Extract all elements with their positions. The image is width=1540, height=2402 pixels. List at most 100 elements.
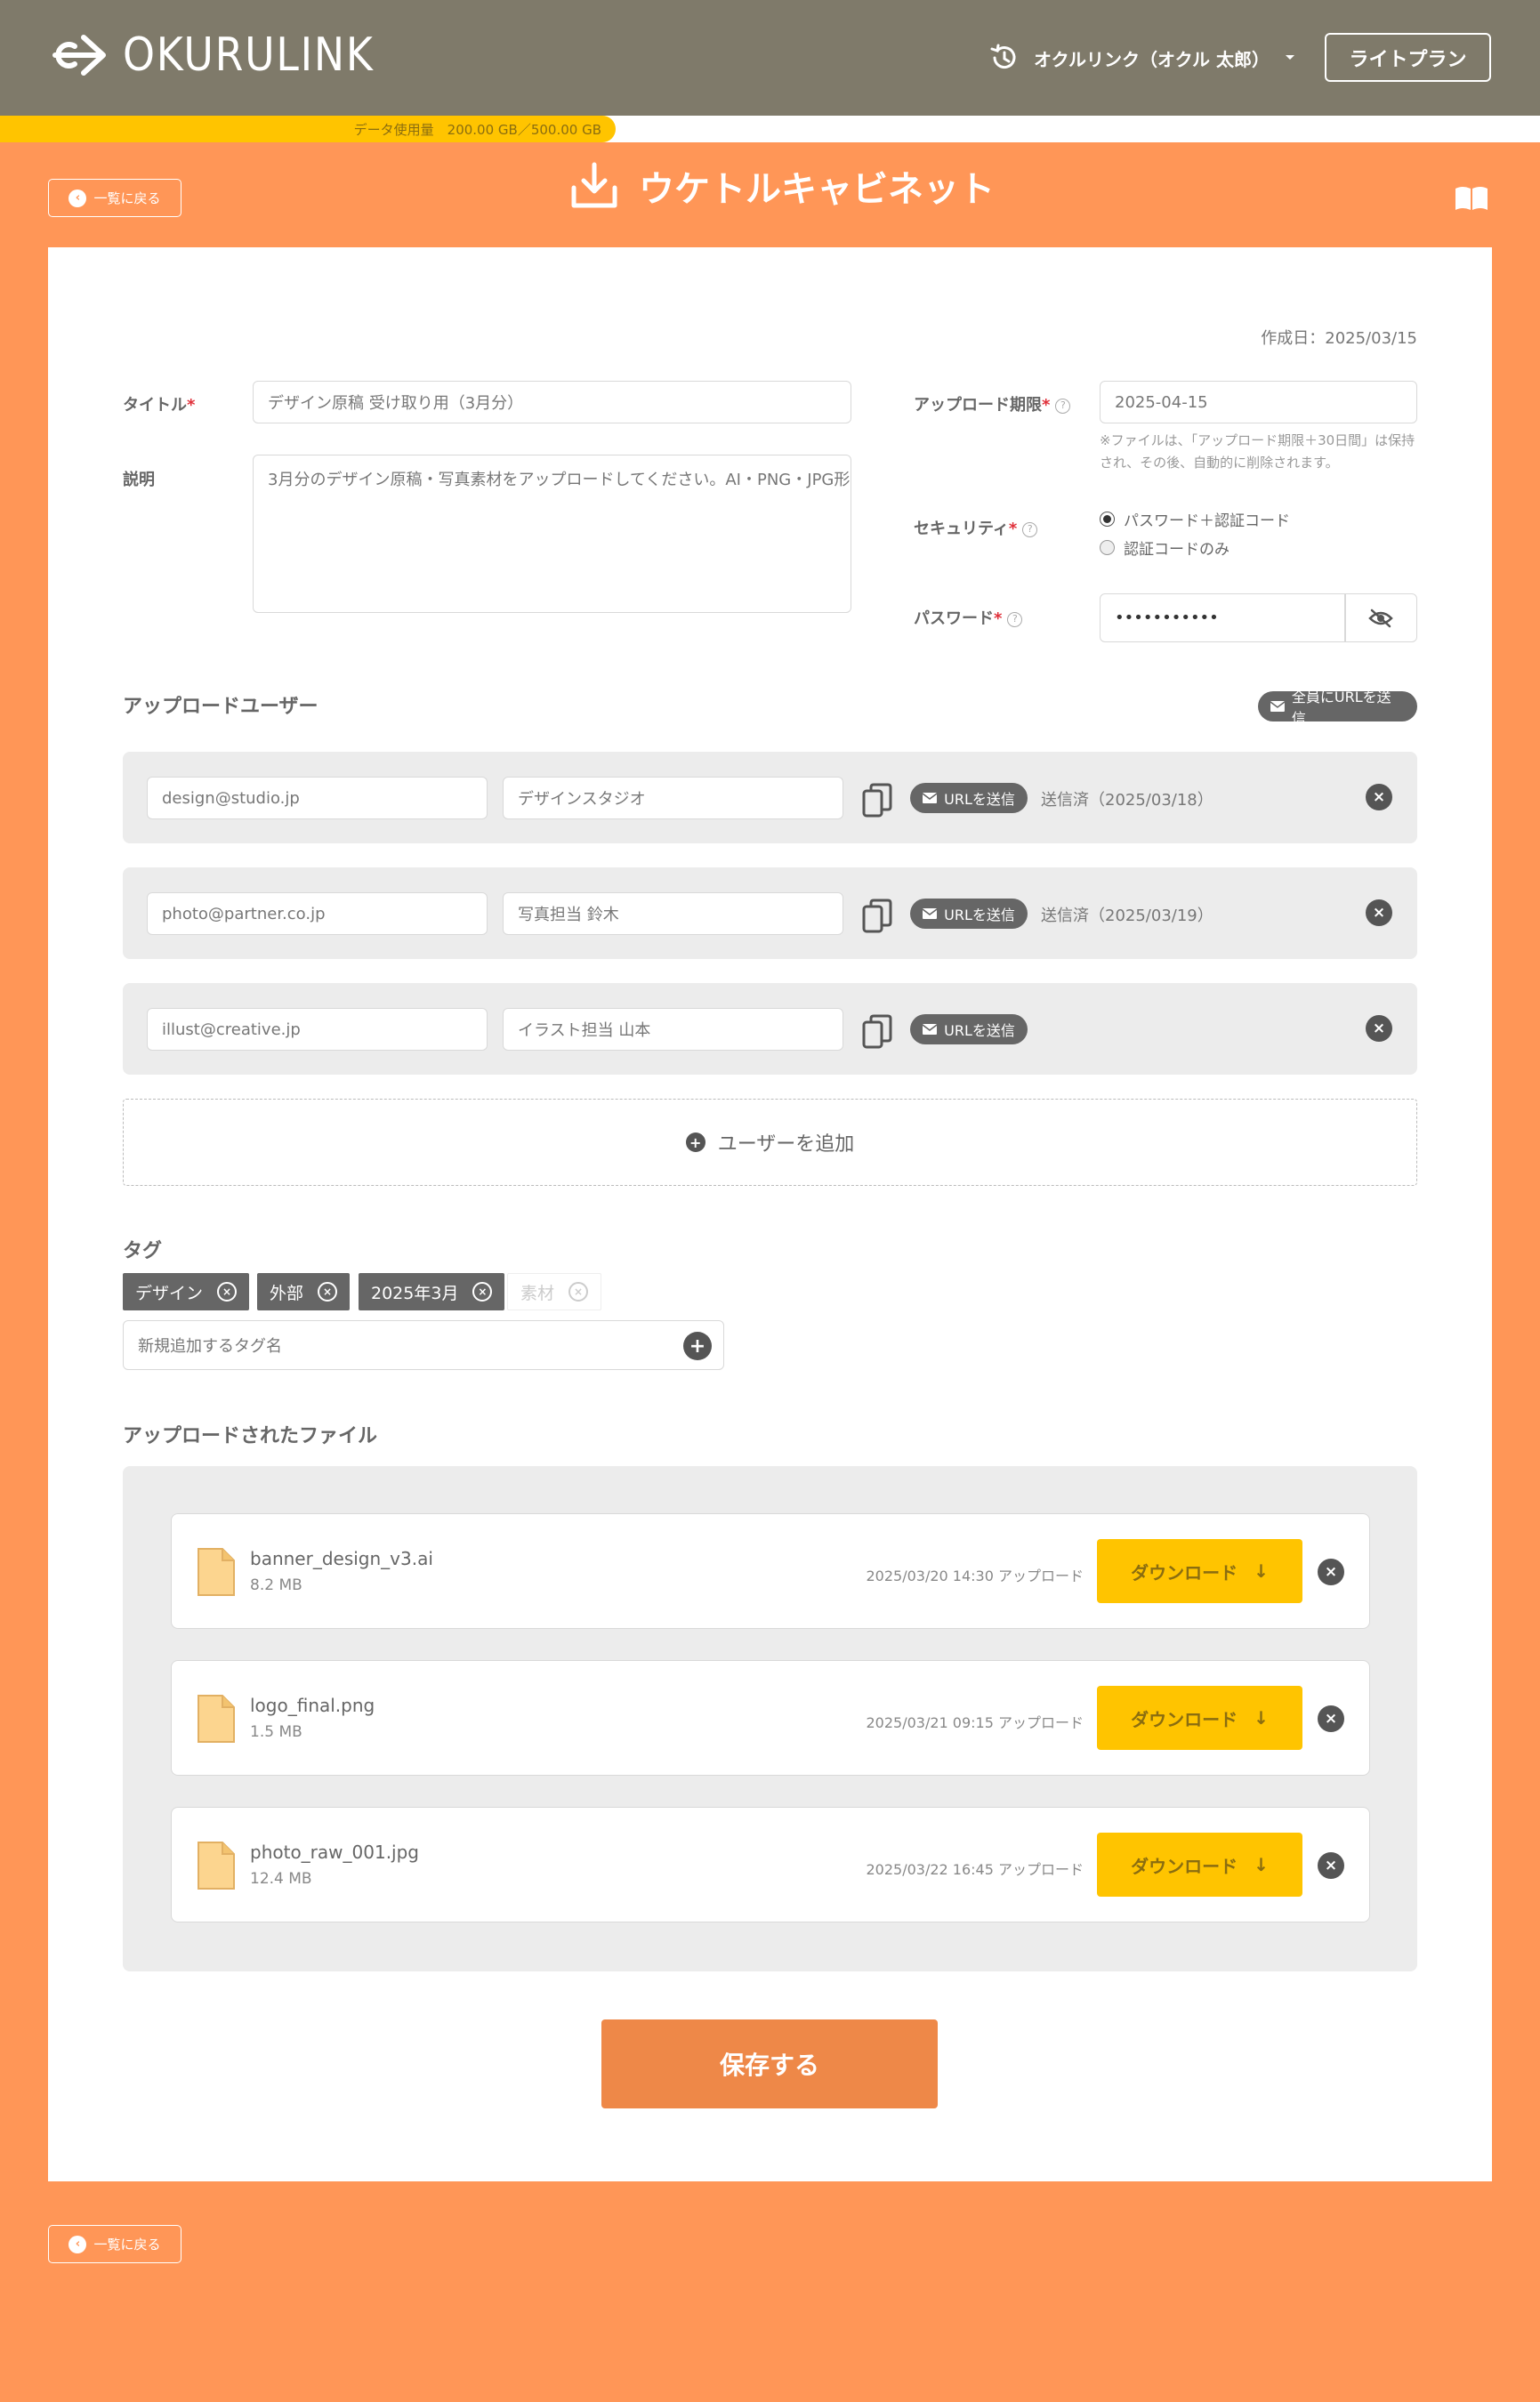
uploaded-files-heading: アップロードされたファイル (123, 1425, 378, 1447)
close-icon: × (1324, 1563, 1338, 1581)
tag-chip-inactive[interactable]: 素材 × (507, 1273, 602, 1310)
file-row: logo_final.png 1.5 MB 2025/03/21 09:15 ア… (171, 1660, 1370, 1776)
copy-icon[interactable] (861, 782, 893, 819)
file-name: logo_final.png (250, 1695, 375, 1716)
close-icon[interactable]: × (472, 1282, 493, 1302)
close-icon[interactable]: × (568, 1282, 589, 1302)
file-row: photo_raw_001.jpg 12.4 MB 2025/03/22 16:… (171, 1807, 1370, 1922)
user-name-input[interactable]: イラスト担当 山本 (503, 1008, 843, 1051)
toggle-password-button[interactable] (1344, 593, 1417, 642)
file-icon (198, 1695, 235, 1743)
save-button[interactable]: 保存する (601, 2019, 938, 2108)
upload-users-heading: アップロードユーザー (123, 696, 318, 718)
radio-selected[interactable] (1100, 511, 1115, 527)
help-icon[interactable]: ? (1022, 521, 1038, 537)
send-url-button[interactable]: URLを送信 (910, 899, 1028, 929)
mail-icon (923, 793, 938, 803)
security-label: セキュリティ*? (914, 516, 1038, 539)
download-button[interactable]: ダウンロード ↓ (1097, 1686, 1302, 1750)
back-label: 一覧に戻る (93, 190, 161, 206)
plan-button[interactable]: ライトプラン (1325, 33, 1491, 82)
mail-icon (923, 1024, 938, 1035)
tag-chip[interactable]: デザイン × (123, 1273, 250, 1310)
account-label: オクルリンク（オクル 太郎） (1034, 48, 1270, 70)
copy-icon[interactable] (861, 898, 893, 935)
deadline-input[interactable]: 2025-04-15 (1100, 381, 1417, 423)
account-menu[interactable]: オクルリンク（オクル 太郎） (989, 43, 1296, 73)
send-url-button[interactable]: URLを送信 (910, 783, 1028, 813)
user-email-input[interactable]: design@studio.jp (147, 777, 488, 819)
password-label: パスワード*? (914, 606, 1023, 629)
logo-text: OKURULINK (123, 28, 375, 82)
copy-icon[interactable] (861, 1013, 893, 1051)
remove-user-button[interactable]: × (1366, 1015, 1392, 1042)
close-icon: × (1372, 1020, 1386, 1037)
file-name: banner_design_v3.ai (250, 1548, 433, 1569)
add-tag-button[interactable]: + (683, 1332, 712, 1360)
new-tag-input[interactable]: 新規追加するタグ名 (123, 1320, 724, 1370)
mail-icon (1270, 701, 1285, 712)
close-icon: × (1324, 1857, 1338, 1874)
file-list: banner_design_v3.ai 8.2 MB 2025/03/20 14… (123, 1466, 1417, 1971)
remove-user-button[interactable]: × (1366, 784, 1392, 810)
title-input[interactable]: デザイン原稿 受け取り用（3月分） (253, 381, 851, 423)
user-row: illust@creative.jp イラスト担当 山本 URLを送信 × (123, 983, 1417, 1075)
file-upload-date: 2025/03/21 09:15 アップロード (866, 1714, 1084, 1731)
password-input[interactable]: ••••••••••• (1100, 593, 1346, 642)
file-size: 12.4 MB (250, 1870, 312, 1888)
file-size: 8.2 MB (250, 1576, 302, 1594)
user-email-input[interactable]: illust@creative.jp (147, 1008, 488, 1051)
delete-file-button[interactable]: × (1318, 1559, 1344, 1585)
send-all-url-button[interactable]: 全員にURLを送信 (1258, 689, 1417, 727)
mail-icon (923, 908, 938, 919)
page-title: ウケトルキャビネット (569, 160, 995, 212)
remove-user-button[interactable]: × (1366, 899, 1392, 926)
user-name-input[interactable]: デザインスタジオ (503, 777, 843, 819)
user-row: design@studio.jp デザインスタジオ URLを送信 送信済（202… (123, 752, 1417, 843)
file-upload-date: 2025/03/20 14:30 アップロード (866, 1568, 1084, 1584)
security-options: パスワード＋認証コード 認証コードのみ (1100, 504, 1290, 561)
help-icon[interactable]: ? (1007, 611, 1023, 627)
tag-chip[interactable]: 2025年3月 × (359, 1273, 505, 1310)
created-date: 作成日：2025/03/15 (1261, 329, 1417, 348)
tag-chip[interactable]: 外部 × (257, 1273, 351, 1310)
security-option-password-code[interactable]: パスワード＋認証コード (1100, 504, 1290, 533)
cabinet-form-card: 作成日：2025/03/15 タイトル* デザイン原稿 受け取り用（3月分） 説… (48, 247, 1492, 2181)
history-icon (990, 44, 1016, 69)
back-to-list-button[interactable]: ‹ 一覧に戻る (48, 179, 181, 217)
tags-heading: タグ (123, 1240, 163, 1262)
delete-file-button[interactable]: × (1318, 1705, 1344, 1732)
download-button[interactable]: ダウンロード ↓ (1097, 1539, 1302, 1603)
arrow-down-icon: ↓ (1254, 1560, 1269, 1582)
description-textarea[interactable]: 3月分のデザイン原稿・写真素材をアップロードしてください。AI・PNG・JPG形 (253, 455, 851, 613)
delete-file-button[interactable]: × (1318, 1852, 1344, 1879)
send-url-button[interactable]: URLを送信 (910, 1014, 1028, 1044)
book-icon[interactable] (1454, 185, 1489, 212)
user-name-input[interactable]: 写真担当 鈴木 (503, 892, 843, 935)
deadline-label: アップロード期限*? (914, 392, 1071, 415)
radio-unselected[interactable] (1100, 539, 1115, 555)
download-button[interactable]: ダウンロード ↓ (1097, 1833, 1302, 1897)
logo-arrow-icon (52, 35, 106, 76)
back-circle-icon: ‹ (69, 2235, 87, 2253)
close-icon: × (1324, 1710, 1338, 1728)
deadline-note: ※ファイルは、「アップロード期限＋30日間」は保持され、その後、自動的に削除され… (1100, 432, 1415, 471)
chevron-down-icon (1285, 55, 1294, 60)
back-to-list-button[interactable]: ‹ 一覧に戻る (48, 2225, 181, 2263)
usage-label: データ使用量 200.00 GB／500.00 GB (353, 121, 601, 138)
back-label: 一覧に戻る (93, 2237, 161, 2253)
close-icon: × (1372, 904, 1386, 922)
security-option-code-only[interactable]: 認証コードのみ (1100, 533, 1290, 561)
close-icon[interactable]: × (217, 1282, 238, 1302)
add-user-button[interactable]: + ユーザーを追加 (123, 1099, 1417, 1186)
close-icon[interactable]: × (318, 1282, 338, 1302)
file-upload-date: 2025/03/22 16:45 アップロード (866, 1861, 1084, 1878)
send-status: 送信済（2025/03/19） (1041, 907, 1213, 925)
download-tray-icon (571, 162, 617, 208)
user-email-input[interactable]: photo@partner.co.jp (147, 892, 488, 935)
plus-icon: + (689, 1334, 706, 1358)
arrow-down-icon: ↓ (1254, 1854, 1269, 1875)
file-size: 1.5 MB (250, 1723, 302, 1741)
logo[interactable]: OKURULINK (48, 28, 408, 82)
help-icon[interactable]: ? (1055, 398, 1071, 414)
